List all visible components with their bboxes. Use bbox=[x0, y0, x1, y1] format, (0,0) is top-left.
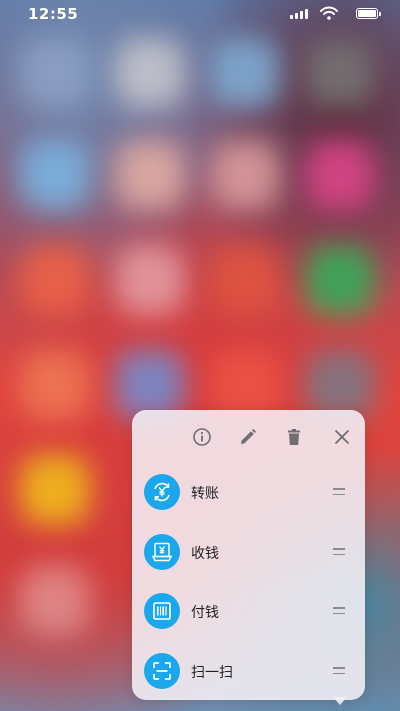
menu-pointer-arrow bbox=[333, 697, 347, 705]
menu-item-label: 付钱 bbox=[191, 605, 219, 621]
reorder-handle-icon[interactable] bbox=[333, 607, 345, 614]
menu-item-label: 转账 bbox=[191, 486, 219, 502]
blurred-app-icon bbox=[20, 38, 90, 108]
pay-barcode-icon bbox=[144, 593, 180, 629]
menu-item-transfer[interactable]: 转账 bbox=[132, 468, 365, 516]
reorder-handle-icon[interactable] bbox=[333, 548, 345, 555]
menu-item-receive-money[interactable]: 收钱 bbox=[132, 528, 365, 576]
info-button[interactable] bbox=[189, 424, 215, 450]
blurred-app-icon bbox=[305, 245, 375, 315]
pencil-icon bbox=[241, 428, 257, 444]
menu-item-label: 扫一扫 bbox=[191, 665, 233, 681]
menu-toolbar bbox=[132, 424, 365, 450]
menu-item-scan[interactable]: 扫一扫 bbox=[132, 647, 365, 695]
delete-button[interactable] bbox=[281, 424, 307, 450]
blurred-app-icon bbox=[20, 565, 90, 635]
status-time: 12:55 bbox=[28, 5, 79, 23]
blurred-app-icon bbox=[210, 38, 280, 108]
close-icon bbox=[335, 430, 349, 444]
close-button[interactable] bbox=[329, 424, 355, 450]
scan-icon bbox=[144, 653, 180, 689]
blurred-app-icon bbox=[115, 140, 185, 210]
cellular-signal-icon bbox=[290, 9, 308, 19]
blurred-app-icon bbox=[210, 140, 280, 210]
blurred-app-icon bbox=[20, 140, 90, 210]
info-icon bbox=[193, 428, 211, 446]
receive-money-icon bbox=[144, 534, 180, 570]
wifi-icon bbox=[320, 6, 338, 20]
transfer-yuan-icon bbox=[144, 474, 180, 510]
blurred-app-icon bbox=[20, 350, 90, 420]
edit-button[interactable] bbox=[235, 424, 261, 450]
battery-icon bbox=[356, 8, 381, 19]
blurred-app-icon bbox=[305, 38, 375, 108]
quick-actions-menu: 转账 收钱 付钱 扫一扫 bbox=[132, 410, 365, 700]
blurred-app-icon bbox=[20, 455, 90, 525]
menu-item-label: 收钱 bbox=[191, 546, 219, 562]
menu-item-pay[interactable]: 付钱 bbox=[132, 587, 365, 635]
reorder-handle-icon[interactable] bbox=[333, 488, 345, 495]
status-bar: 12:55 bbox=[0, 0, 400, 30]
blurred-app-icon bbox=[115, 38, 185, 108]
blurred-app-icon bbox=[210, 245, 280, 315]
blurred-app-icon bbox=[20, 245, 90, 315]
blurred-app-icon bbox=[305, 140, 375, 210]
reorder-handle-icon[interactable] bbox=[333, 667, 345, 674]
trash-icon bbox=[288, 429, 300, 445]
blurred-app-icon bbox=[115, 245, 185, 315]
